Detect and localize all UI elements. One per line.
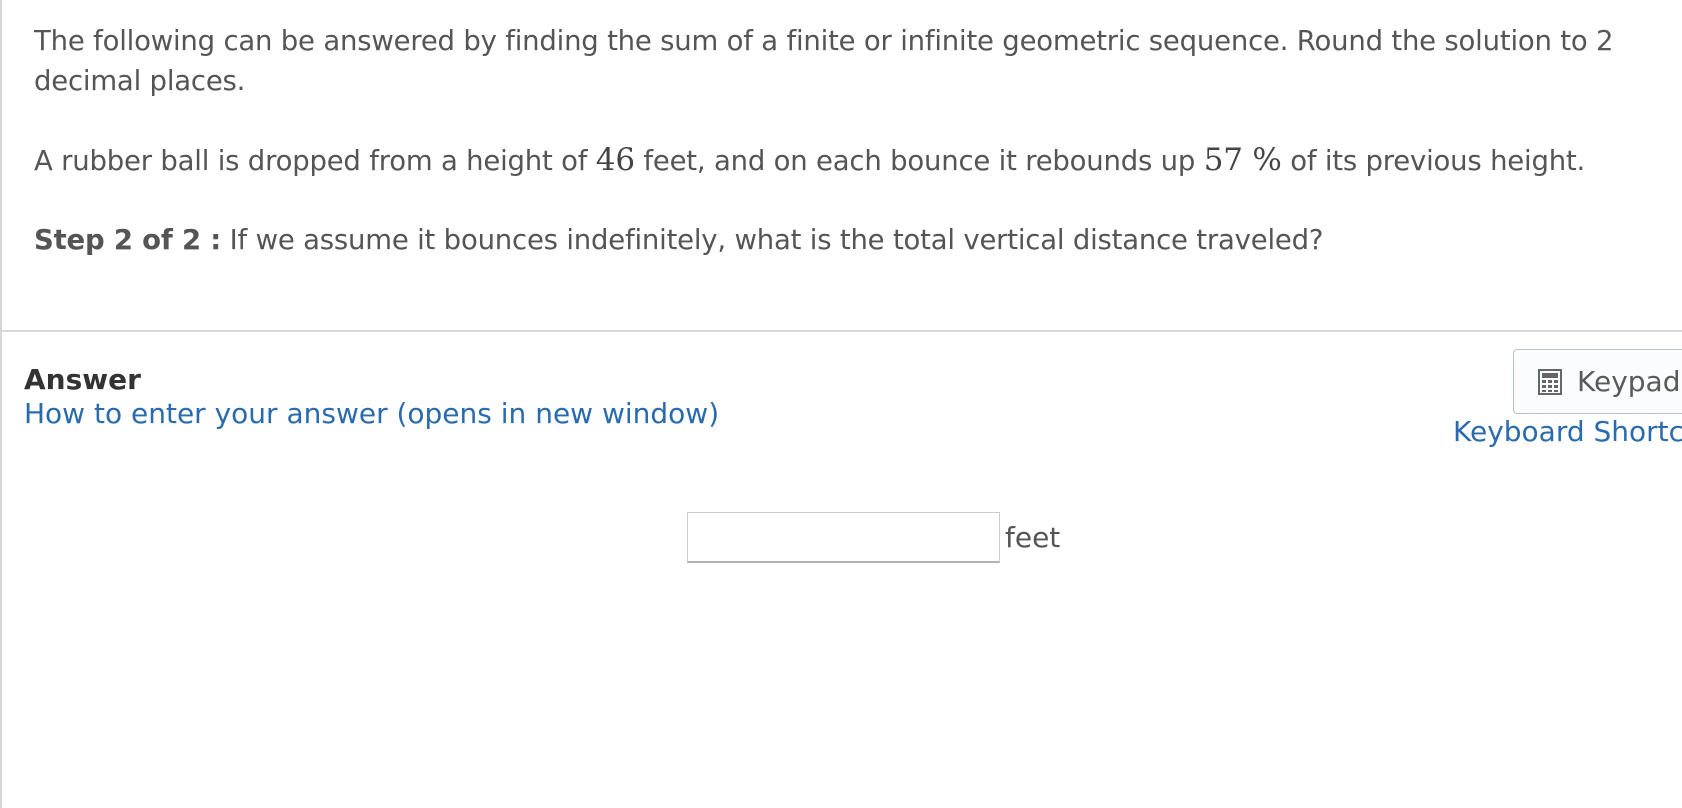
keypad-button[interactable]: Keypad: [1513, 349, 1682, 414]
question-page: The following can be answered by finding…: [0, 0, 1682, 808]
how-to-enter-answer-link[interactable]: How to enter your answer (opens in new w…: [24, 397, 719, 430]
height-value: 46: [595, 142, 635, 178]
calculator-icon: [1538, 368, 1562, 395]
problem-statement: A rubber ball is dropped from a height o…: [34, 140, 1674, 181]
problem-text-2: feet, and on each bounce it rebounds up: [634, 145, 1204, 177]
step-prompt: Step 2 of 2 : If we assume it bounces in…: [34, 220, 1674, 260]
keyboard-shortcuts-link[interactable]: Keyboard Shortcuts: [1453, 415, 1682, 448]
unit-label: feet: [1005, 521, 1061, 554]
keypad-label: Keypad: [1577, 365, 1681, 398]
problem-text-1: A rubber ball is dropped from a height o…: [34, 145, 596, 177]
rebound-percent: 57 %: [1203, 142, 1282, 178]
step-label: Step 2 of 2 :: [34, 224, 222, 256]
answer-heading: Answer: [24, 363, 141, 396]
problem-text-3: of its previous height.: [1281, 145, 1586, 177]
step-question: If we assume it bounces indefinitely, wh…: [221, 224, 1324, 256]
answer-input[interactable]: [687, 512, 1000, 563]
question-intro: The following can be answered by finding…: [34, 25, 1614, 97]
question-panel: The following can be answered by finding…: [2, 0, 1682, 332]
